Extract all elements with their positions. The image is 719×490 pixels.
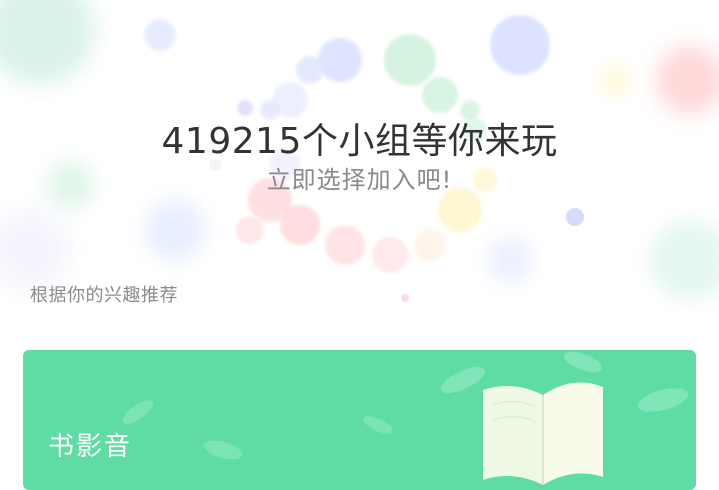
join-prompt: 立即选择加入吧! — [266, 166, 453, 194]
group-count-headline: 419215个小组等你来玩 — [161, 121, 558, 162]
category-title: 书影音 — [48, 432, 133, 462]
recommend-section-label: 根据你的兴趣推荐 — [30, 285, 178, 306]
hero-banner: 419215个小组等你来玩 立即选择加入吧! — [0, 0, 719, 320]
open-book-icon — [483, 382, 603, 485]
category-card-books-movies-music[interactable]: 书影音 — [23, 350, 696, 490]
